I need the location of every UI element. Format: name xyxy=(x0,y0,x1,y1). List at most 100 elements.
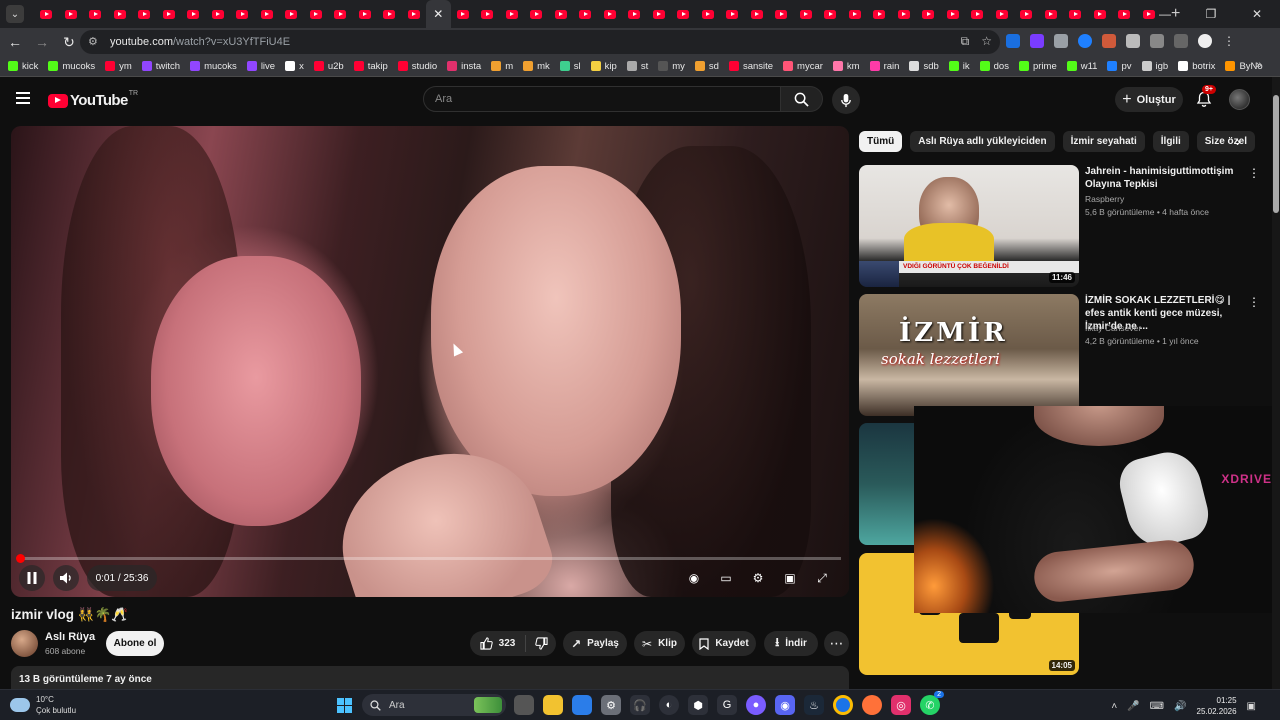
extension-icon[interactable] xyxy=(1006,34,1020,48)
browser-tab[interactable] xyxy=(965,0,990,28)
more-vert-icon[interactable]: ⋮ xyxy=(1248,295,1260,309)
steam-icon[interactable]: ♨ xyxy=(804,695,824,715)
filter-chip[interactable]: İzmir seyahati xyxy=(1062,131,1145,152)
miniplayer-button[interactable]: ▣ xyxy=(781,570,799,586)
browser-tab[interactable] xyxy=(867,0,892,28)
bookmark-item[interactable]: mucoks xyxy=(48,61,95,72)
bookmark-item[interactable]: kick xyxy=(8,61,38,72)
bookmark-item[interactable]: sl xyxy=(559,61,581,72)
minimize-button[interactable]: — xyxy=(1142,0,1188,28)
bookmark-item[interactable]: mk xyxy=(523,61,550,72)
notification-icon[interactable]: ▣ xyxy=(1247,701,1256,712)
bookmark-item[interactable]: takip xyxy=(353,61,388,72)
youtube-logo[interactable]: YouTube TR xyxy=(48,90,138,109)
extension-icon[interactable] xyxy=(1054,34,1068,48)
search-input[interactable]: Ara xyxy=(423,86,781,112)
browser-tab[interactable] xyxy=(230,0,255,28)
browser-tab[interactable] xyxy=(818,0,843,28)
bookmark-item[interactable]: km xyxy=(832,61,860,72)
bookmark-item[interactable]: mycar xyxy=(783,61,823,72)
subscribe-button[interactable]: Abone ol xyxy=(106,631,164,656)
bookmark-item[interactable]: mucoks xyxy=(190,61,237,72)
profile-icon[interactable] xyxy=(1198,34,1212,48)
bookmark-item[interactable]: live xyxy=(246,61,275,72)
channel-name[interactable]: Aslı Rüya xyxy=(45,631,95,643)
fullscreen-button[interactable]: ⤢ xyxy=(813,570,831,586)
browser-tab[interactable] xyxy=(500,0,525,28)
browser-tab[interactable] xyxy=(916,0,941,28)
recommendation-thumbnail[interactable]: VDIĞI GÖRÜNTÜ ÇOK BEĞENİLDİ 11:46 xyxy=(859,165,1079,287)
taskbar-search[interactable]: Ara xyxy=(362,694,506,716)
discord-icon[interactable]: ◉ xyxy=(775,695,795,715)
start-button[interactable] xyxy=(337,698,352,713)
filter-chip[interactable]: Size özel xyxy=(1196,131,1256,152)
browser-tab[interactable] xyxy=(647,0,672,28)
maximize-button[interactable]: ❐ xyxy=(1188,0,1234,28)
search-button[interactable] xyxy=(781,86,823,112)
tab-search-button[interactable]: ⌄ xyxy=(6,5,24,23)
scroll-thumb[interactable] xyxy=(1273,95,1279,213)
bookmark-item[interactable]: pv xyxy=(1107,61,1132,72)
close-tab-icon[interactable]: ✕ xyxy=(433,7,443,21)
bookmark-item[interactable]: kip xyxy=(590,61,617,72)
browser-tab[interactable] xyxy=(132,0,157,28)
bookmark-item[interactable]: x xyxy=(285,61,304,72)
browser-tab[interactable] xyxy=(1088,0,1113,28)
description-box[interactable]: 13 B görüntüleme 7 ay önce xyxy=(11,666,849,690)
bookmark-star-icon[interactable]: ☆ xyxy=(981,34,992,49)
browser-tab[interactable] xyxy=(524,0,549,28)
back-button[interactable]: ← xyxy=(3,34,27,50)
share-button[interactable]: ↗ Paylaş xyxy=(563,631,627,656)
like-button[interactable]: 323 xyxy=(470,635,526,652)
reload-button[interactable]: ↻ xyxy=(57,34,81,51)
bookmark-item[interactable]: twitch xyxy=(141,61,180,72)
video-player[interactable]: 0:01 / 25:36 ◉ ▭ ⚙ ▣ ⤢ xyxy=(11,126,849,597)
microphone-icon[interactable]: 🎤 xyxy=(1127,701,1139,712)
browser-tab[interactable] xyxy=(941,0,966,28)
browser-tab[interactable] xyxy=(108,0,133,28)
recommendation-thumbnail[interactable]: İZMİR sokak lezzetleri xyxy=(859,294,1079,416)
bookmark-item[interactable]: prime xyxy=(1018,61,1057,72)
recommendation-item[interactable]: VDIĞI GÖRÜNTÜ ÇOK BEĞENİLDİ 11:46 Jahrei… xyxy=(859,165,1260,287)
filter-chip[interactable]: Aslı Rüya adlı yükleyiciden xyxy=(910,131,1055,152)
browser-tab[interactable] xyxy=(549,0,574,28)
browser-tab[interactable] xyxy=(1112,0,1137,28)
browser-tab[interactable] xyxy=(83,0,108,28)
mute-button[interactable] xyxy=(53,565,79,591)
bookmark-item[interactable]: st xyxy=(626,61,648,72)
settings-gear-icon[interactable]: ⚙ xyxy=(749,570,767,586)
bookmark-item[interactable]: insta xyxy=(447,61,481,72)
browser-tab[interactable] xyxy=(279,0,304,28)
browser-tab[interactable] xyxy=(598,0,623,28)
browser-tab[interactable] xyxy=(671,0,696,28)
browser-tab[interactable] xyxy=(622,0,647,28)
filter-chip[interactable]: İlgili xyxy=(1152,131,1189,152)
recommendation-item[interactable]: İZMİR sokak lezzetleri İZMİR SOKAK LEZZE… xyxy=(859,294,1260,416)
more-actions-button[interactable]: ⋯ xyxy=(824,631,849,656)
more-vert-icon[interactable]: ⋮ xyxy=(1248,166,1260,180)
recommendation-title[interactable]: Jahrein - hanimisiguttimottişim Olayına … xyxy=(1085,165,1245,191)
recommendation-channel[interactable]: Raspberry xyxy=(1085,194,1124,204)
browser-tab[interactable] xyxy=(696,0,721,28)
chevron-right-icon[interactable]: › xyxy=(1236,133,1241,149)
close-window-button[interactable]: ✕ xyxy=(1234,0,1280,28)
bookmarks-overflow-button[interactable]: » xyxy=(1256,59,1262,71)
whatsapp-icon[interactable]: ✆ 2 xyxy=(920,691,944,715)
progress-bar[interactable] xyxy=(15,554,841,563)
chevron-up-icon[interactable]: ˄ xyxy=(1111,701,1117,712)
instagram-icon[interactable]: ◎ xyxy=(891,695,911,715)
browser-tab[interactable] xyxy=(843,0,868,28)
task-view-icon[interactable] xyxy=(514,695,534,715)
browser-tab[interactable] xyxy=(402,0,427,28)
forward-button[interactable]: → xyxy=(30,34,54,50)
browser-tab[interactable] xyxy=(34,0,59,28)
bookmark-item[interactable]: ym xyxy=(105,61,132,72)
bookmark-item[interactable]: m xyxy=(491,61,513,72)
bookmark-item[interactable]: sd xyxy=(694,61,719,72)
browser-tab[interactable] xyxy=(1063,0,1088,28)
browser-tab[interactable] xyxy=(1039,0,1064,28)
clock[interactable]: 01:25 25.02.2026 xyxy=(1197,695,1237,717)
extension-icon[interactable] xyxy=(1078,34,1092,48)
browser-tab[interactable] xyxy=(181,0,206,28)
channel-avatar[interactable] xyxy=(11,630,38,657)
